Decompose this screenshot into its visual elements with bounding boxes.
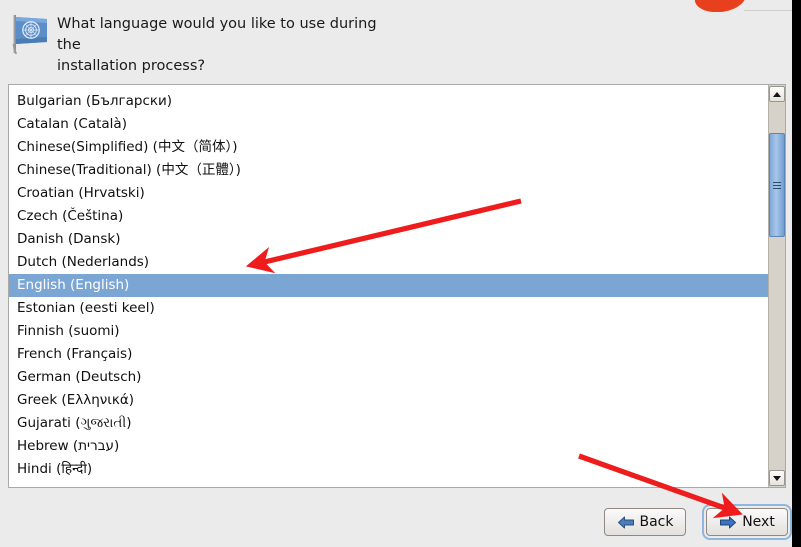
list-item[interactable]: German (Deutsch) [9,366,768,389]
language-listbox[interactable]: Bulgarian (Български) Catalan (Català) C… [8,84,786,488]
un-flag-icon [9,13,50,55]
wizard-button-bar: Back Next [0,497,792,547]
list-item[interactable]: Gujarati (ગુજરાતી) [9,412,768,435]
header: What language would you like to use duri… [0,0,792,78]
orange-logo-shape [694,0,749,12]
list-item[interactable]: Chinese(Simplified) (中文（简体）) [9,136,768,159]
list-item[interactable]: Hindi (हिन्दी) [9,458,768,481]
list-item[interactable]: Danish (Dansk) [9,228,768,251]
next-button[interactable]: Next [702,504,792,540]
list-item[interactable]: Catalan (Català) [9,113,768,136]
page-title: What language would you like to use duri… [57,16,377,74]
list-item[interactable]: Bulgarian (Български) [9,90,768,113]
scrollbar-thumb[interactable] [769,133,785,237]
list-item[interactable]: Dutch (Nederlands) [9,251,768,274]
arrow-right-icon [719,515,737,530]
list-item[interactable]: Czech (Čeština) [9,205,768,228]
back-button-label: Back [639,514,674,530]
list-item-selected[interactable]: English (English) [9,274,768,297]
scrollbar-up-button[interactable] [769,86,785,102]
language-list-viewport[interactable]: Bulgarian (Български) Catalan (Català) C… [9,85,768,487]
language-list-scrollbar[interactable] [768,85,785,487]
list-item[interactable]: Hebrew (עברית) [9,435,768,458]
scrollbar-grip-icon [773,181,781,189]
list-item[interactable]: Finnish (suomi) [9,320,768,343]
list-item[interactable]: Croatian (Hrvatski) [9,182,768,205]
partial-orange-logo [694,0,754,12]
window-right-edge [792,0,801,547]
back-button[interactable]: Back [604,508,686,536]
scrollbar-down-button[interactable] [769,470,785,486]
chevron-down-icon [773,475,781,481]
arrow-left-icon [617,515,635,530]
list-item[interactable]: Estonian (eesti keel) [9,297,768,320]
list-item[interactable]: Greek (Ελληνικά) [9,389,768,412]
next-button-label: Next [742,514,775,530]
chevron-up-icon [773,91,781,97]
list-item[interactable]: French (Français) [9,343,768,366]
list-item[interactable]: Chinese(Traditional) (中文（正體）) [9,159,768,182]
